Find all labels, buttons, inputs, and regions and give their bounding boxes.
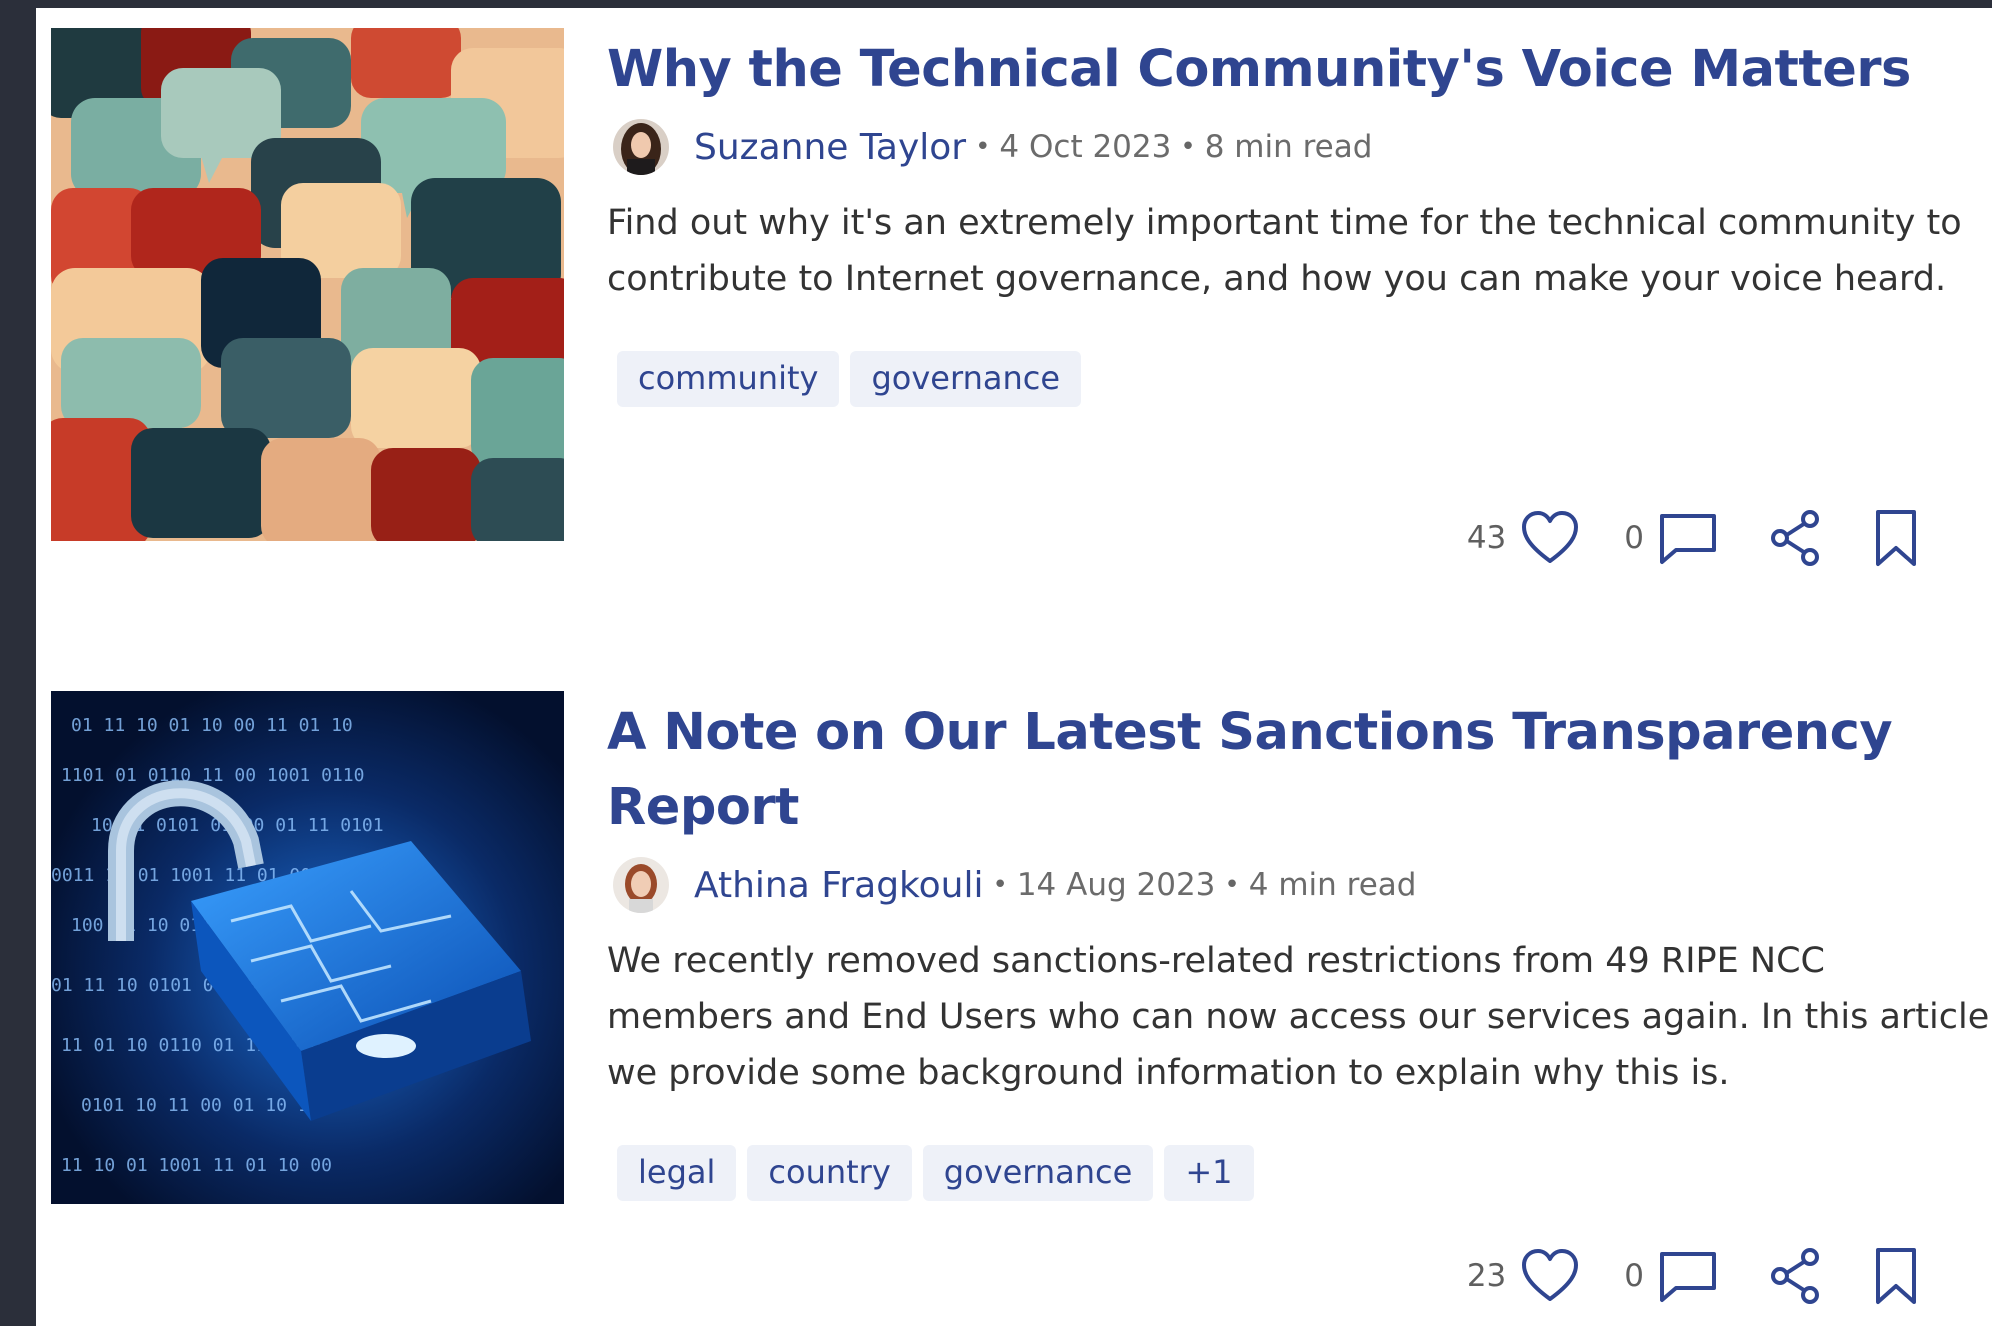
speech-bubbles-image	[51, 28, 564, 541]
article-title[interactable]: A Note on Our Latest Sanctions Transpare…	[607, 695, 1987, 845]
heart-icon	[1522, 1249, 1579, 1301]
tag-governance[interactable]: governance	[850, 351, 1082, 407]
svg-text:11 10 01 1001 11 01 10 00: 11 10 01 1001 11 01 10 00	[61, 1155, 332, 1176]
bookmark-icon	[1876, 1248, 1916, 1304]
tag-legal[interactable]: legal	[617, 1145, 737, 1201]
article-actions: 23 0	[1467, 1246, 1920, 1306]
article-content: A Note on Our Latest Sanctions Transpare…	[607, 695, 1989, 1201]
tag-list: community governance	[617, 351, 1987, 407]
svg-text:0101 10 11 00 01 10 11: 0101 10 11 00 01 10 11	[81, 1095, 319, 1116]
share-button[interactable]	[1768, 1247, 1824, 1305]
comment-count: 0	[1624, 1258, 1644, 1294]
article-list: Why the Technical Community's Voice Matt…	[36, 8, 1992, 1326]
article-meta: Athina Fragkouli • 14 Aug 2023 • 4 min r…	[607, 851, 1987, 919]
bookmark-button[interactable]	[1872, 1246, 1920, 1306]
article-title[interactable]: Why the Technical Community's Voice Matt…	[607, 32, 1987, 107]
article-description: Find out why it's an extremely important…	[607, 203, 1962, 299]
meta-separator: •	[992, 870, 1008, 900]
bookmark-button[interactable]	[1872, 508, 1920, 568]
comment-count: 0	[1624, 520, 1644, 556]
author-avatar-image	[613, 857, 669, 913]
article-thumbnail-speech-bubbles[interactable]	[51, 28, 564, 541]
tag-community[interactable]: community	[617, 351, 840, 407]
article-actions: 43 0	[1467, 508, 1920, 568]
digital-padlock-image: 01 11 10 01 10 00 11 01 10 1101 01 0110 …	[51, 691, 564, 1204]
meta-separator: •	[975, 132, 991, 162]
article-thumbnail-padlock[interactable]: 01 11 10 01 10 00 11 01 10 1101 01 0110 …	[51, 691, 564, 1204]
article-content: Why the Technical Community's Voice Matt…	[607, 32, 1987, 407]
like-button[interactable]	[1520, 509, 1580, 567]
like-button[interactable]	[1520, 1247, 1580, 1305]
share-button[interactable]	[1768, 509, 1824, 567]
author-name[interactable]: Athina Fragkouli	[694, 865, 983, 906]
read-time: 8 min read	[1204, 129, 1373, 165]
avatar[interactable]	[613, 119, 669, 175]
meta-separator: •	[1224, 870, 1240, 900]
like-count: 23	[1466, 1258, 1507, 1294]
avatar[interactable]	[613, 857, 669, 913]
comment-button[interactable]	[1658, 1248, 1718, 1304]
article-description: We recently removed sanctions-related re…	[607, 941, 1990, 1093]
bookmark-icon	[1876, 510, 1916, 566]
svg-text:01 11 10 01 10 00 11 01 10: 01 11 10 01 10 00 11 01 10	[71, 715, 353, 736]
article-card: 01 11 10 01 10 00 11 01 10 1101 01 0110 …	[36, 671, 1992, 1304]
meta-separator: •	[1180, 132, 1196, 162]
like-count: 43	[1466, 520, 1507, 556]
read-time: 4 min read	[1248, 867, 1417, 903]
comment-button[interactable]	[1658, 510, 1718, 566]
tag-more[interactable]: +1	[1164, 1145, 1254, 1201]
svg-text:1101 01 0110 11 00 1001 0110: 1101 01 0110 11 00 1001 0110	[61, 765, 364, 786]
tag-list: legal country governance +1	[617, 1145, 1987, 1201]
comment-icon	[1660, 1252, 1716, 1302]
author-name[interactable]: Suzanne Taylor	[694, 127, 966, 168]
publish-date: 14 Aug 2023	[1016, 867, 1216, 903]
publish-date: 4 Oct 2023	[999, 129, 1172, 165]
tag-governance[interactable]: governance	[922, 1145, 1154, 1201]
article-meta: Suzanne Taylor • 4 Oct 2023 • 8 min read	[607, 113, 1987, 181]
author-avatar-image	[613, 119, 669, 175]
heart-icon	[1522, 511, 1579, 563]
article-card: Why the Technical Community's Voice Matt…	[36, 8, 1992, 566]
share-icon	[1771, 1248, 1819, 1304]
share-icon	[1771, 510, 1819, 566]
comment-icon	[1660, 514, 1716, 564]
tag-country[interactable]: country	[747, 1145, 912, 1201]
